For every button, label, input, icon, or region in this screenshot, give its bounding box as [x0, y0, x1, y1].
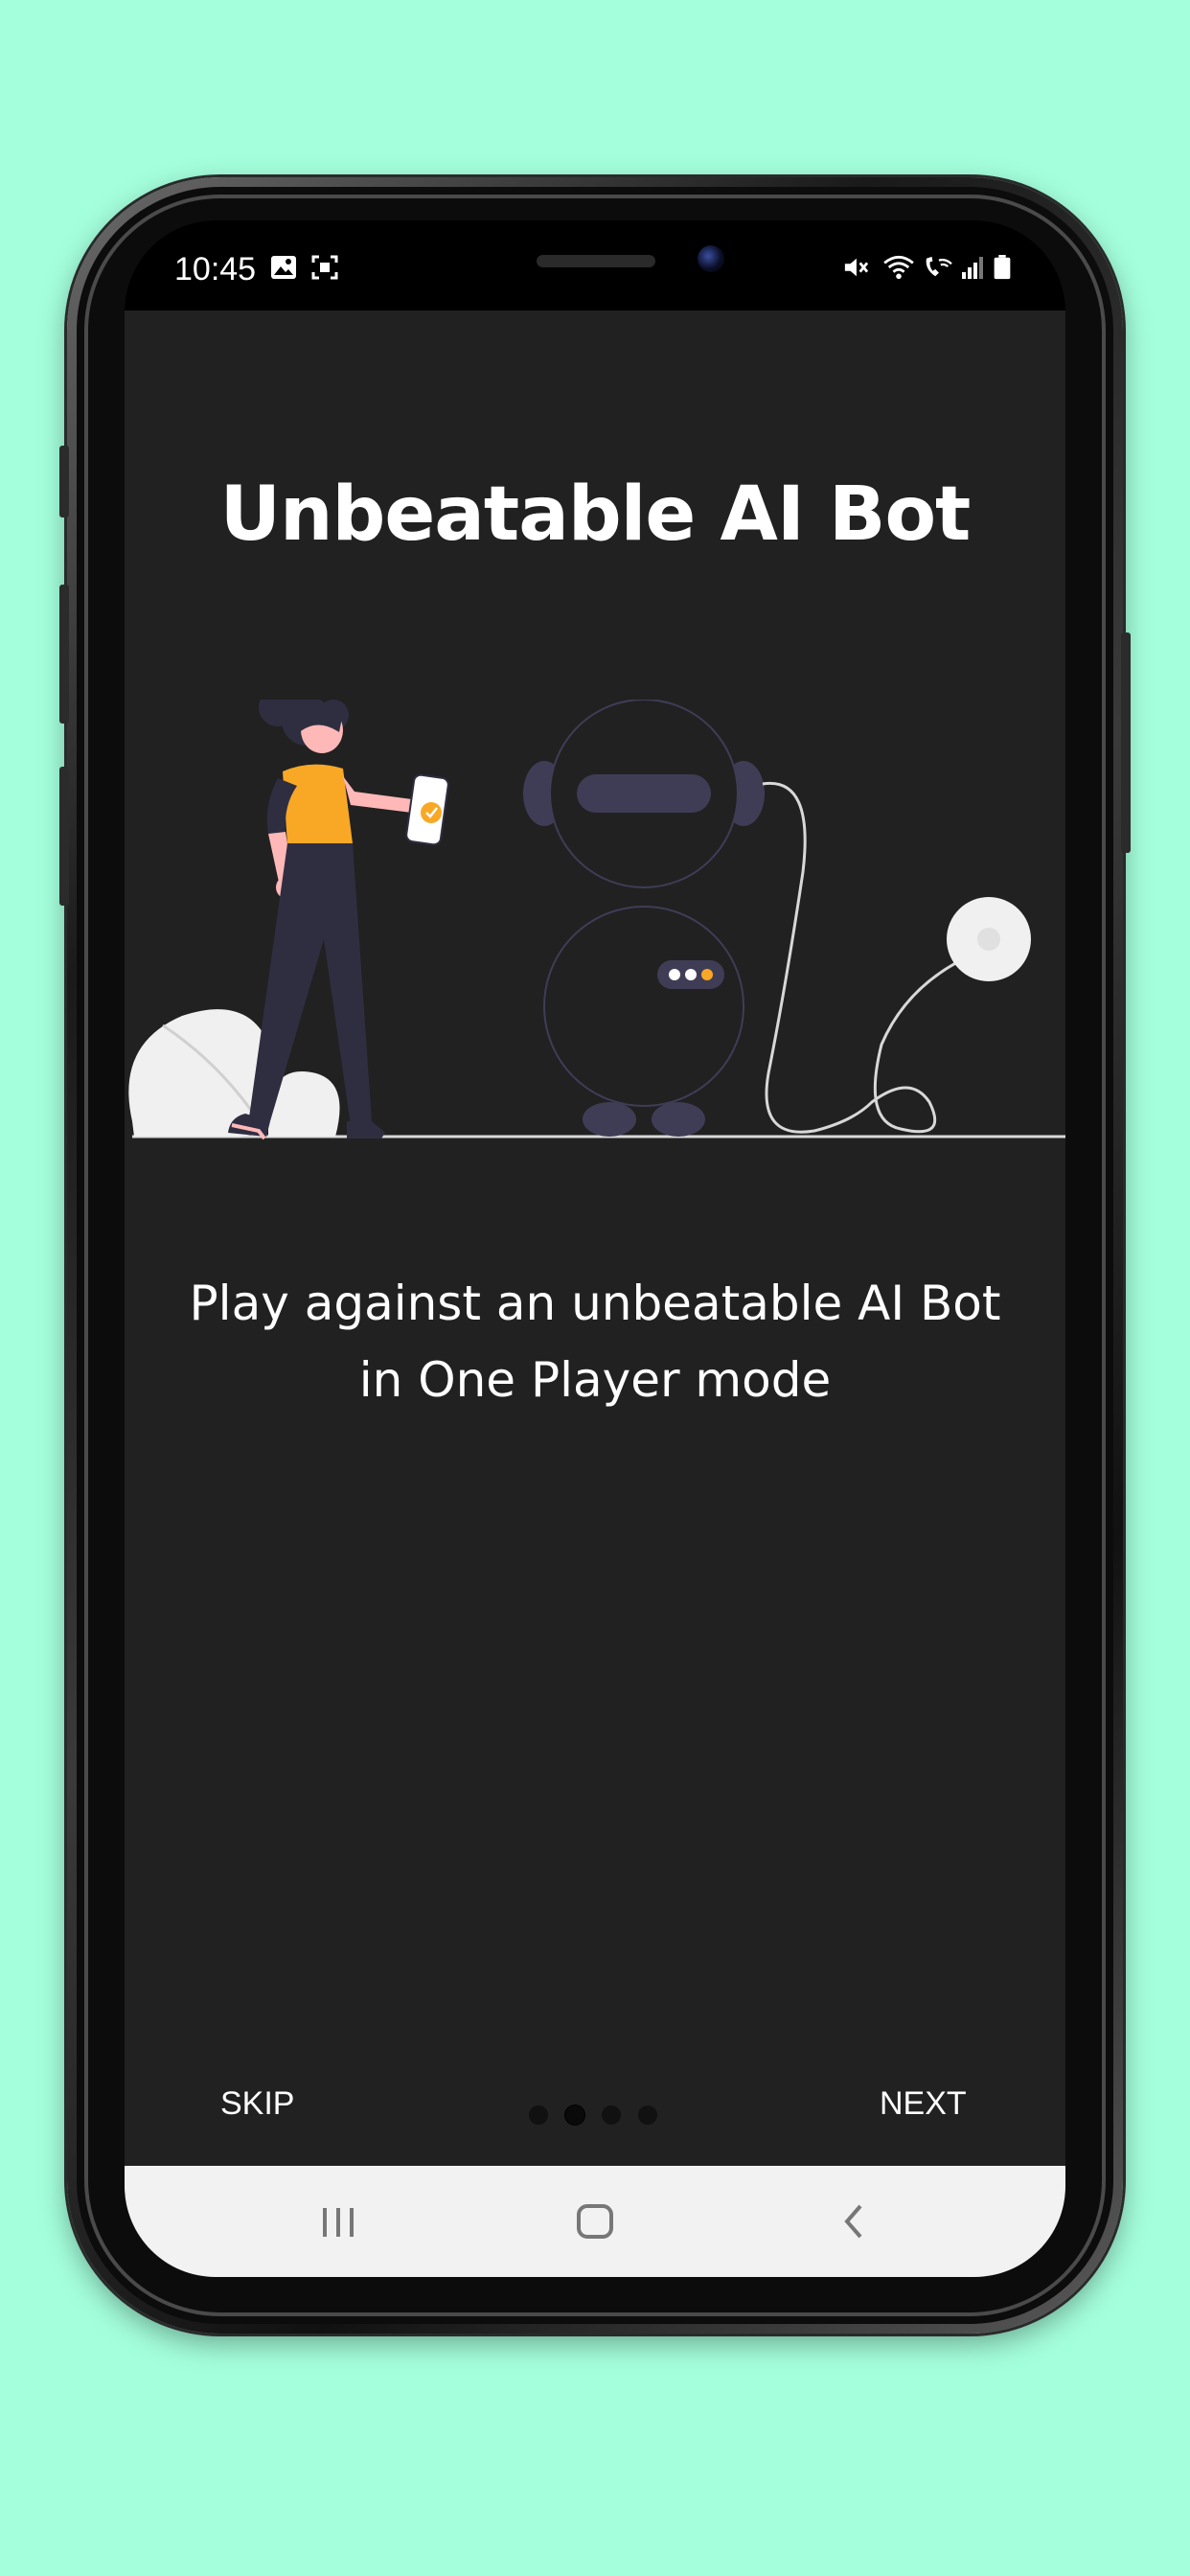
volume-button-left-2	[59, 585, 69, 724]
front-camera	[698, 245, 724, 272]
description-line-2: in One Player mode	[358, 1352, 832, 1408]
battery-icon	[994, 255, 1011, 280]
image-icon	[271, 256, 296, 279]
notch	[355, 220, 834, 307]
wifi-call-icon	[926, 256, 952, 277]
page-dot-4[interactable]	[638, 2105, 657, 2125]
phone-screen: 10:45 Unbeatable AI Bot Play against an …	[125, 220, 1065, 2277]
woman-with-phone-and-robot-illustration	[128, 700, 1065, 1140]
skip-button[interactable]: SKIP	[220, 2085, 294, 2123]
mute-icon	[844, 258, 869, 277]
onboarding-title: Unbeatable AI Bot	[219, 472, 972, 558]
system-navigation-bar	[125, 2166, 1065, 2277]
onboarding-nav: SKIP NEXT	[125, 2060, 1065, 2166]
earpiece	[537, 255, 655, 267]
description-line-1: Play against an unbeatable AI Bot	[189, 1276, 1001, 1331]
onboarding-description: Play against an unbeatable AI Bot in One…	[153, 1265, 1037, 1418]
wifi-icon	[883, 255, 914, 280]
back-icon[interactable]	[816, 2195, 893, 2248]
status-time: 10:45	[174, 251, 257, 288]
volume-button-left-3	[59, 767, 69, 906]
status-bar: 10:45	[125, 220, 1065, 310]
power-button	[1121, 632, 1131, 853]
recent-apps-icon[interactable]	[300, 2195, 377, 2248]
next-button[interactable]: NEXT	[880, 2085, 967, 2123]
page-dot-2-active[interactable]	[565, 2105, 584, 2125]
volume-button-left-1	[59, 446, 69, 518]
screenshot-icon	[311, 255, 338, 280]
page-indicator	[529, 2105, 663, 2127]
signal-icon	[962, 257, 983, 279]
page-dot-3[interactable]	[602, 2105, 621, 2125]
home-icon[interactable]	[557, 2195, 633, 2248]
page-dot-1[interactable]	[529, 2105, 548, 2125]
